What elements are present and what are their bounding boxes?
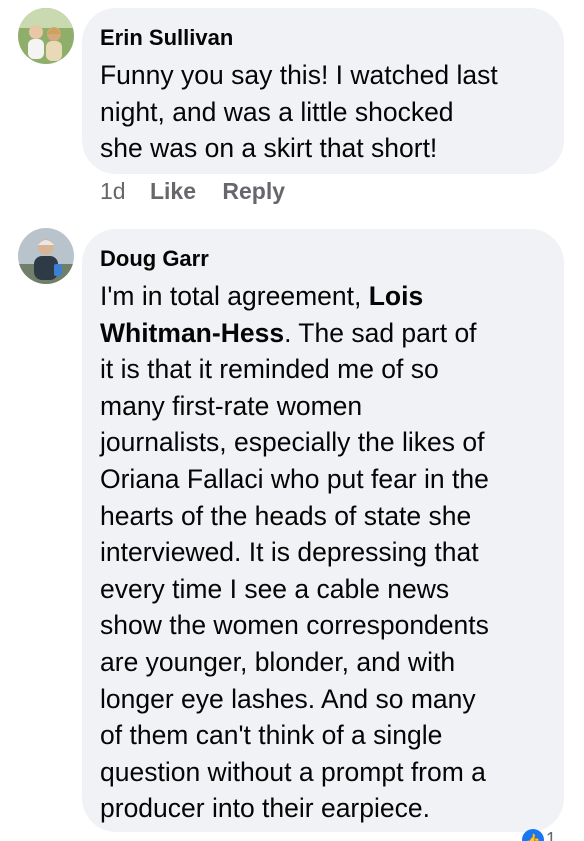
profile-photo-icon <box>18 228 74 284</box>
reply-button[interactable]: Reply <box>222 178 285 204</box>
comment-text-line: Oriana Fallaci who put fear in the <box>100 463 489 494</box>
comment-text-line: question without a prompt from a <box>100 756 486 787</box>
comment-text-line: producer into their earpiece. <box>100 793 430 824</box>
avatar-erin-sullivan[interactable] <box>18 8 74 64</box>
comment-timestamp[interactable]: 1d <box>100 178 126 204</box>
comment-text-line: Funny you say this! I watched last <box>100 60 498 90</box>
comment-bubble: Doug Garr I'm in total agreement, Lois W… <box>82 229 564 832</box>
comment-actions: 1d Like Reply <box>100 178 285 205</box>
comment-text-line: Whitman-Hess. The sad part of <box>100 315 546 352</box>
like-button[interactable]: Like <box>150 178 196 204</box>
comment-author[interactable]: Erin Sullivan <box>100 25 546 51</box>
reaction-summary[interactable]: 👍 1 <box>522 829 556 841</box>
comment-text-line: many first-rate women <box>100 390 363 421</box>
comment-text: . The sad part of <box>284 317 477 348</box>
profile-photo-icon <box>18 8 74 64</box>
comment-text-line: of them can't think of a single <box>100 720 443 751</box>
comment-author[interactable]: Doug Garr <box>100 246 546 272</box>
comment-thread: Erin Sullivan Funny you say this! I watc… <box>0 0 584 841</box>
comment-text-line: are younger, blonder, and with <box>100 646 456 677</box>
comment-text-line: she was on a skirt that short! <box>100 133 438 164</box>
comment-text-line: it is that it reminded me of so <box>100 354 439 385</box>
comment-text-line: I'm in total agreement, Lois <box>100 278 546 315</box>
comment-text-line: hearts of the heads of state she <box>100 500 472 531</box>
comment-text-line: longer eye lashes. And so many <box>100 683 476 714</box>
avatar-doug-garr[interactable] <box>18 228 74 284</box>
comment-text-line: night, and was a little shocked <box>100 96 454 127</box>
comment-text-line: journalists, especially the likes of <box>100 427 485 458</box>
reaction-count: 1 <box>546 829 557 841</box>
comment-text-line: interviewed. It is depressing that <box>100 537 479 568</box>
mention-link[interactable]: Whitman-Hess <box>100 318 284 348</box>
comment-text-line: show the women correspondents <box>100 610 489 641</box>
comment-text-line: every time I see a cable news <box>100 573 450 604</box>
comment-text: I'm in total agreement, <box>100 281 369 311</box>
comment-bubble: Erin Sullivan Funny you say this! I watc… <box>82 8 564 174</box>
like-icon: 👍 <box>522 829 544 841</box>
mention-link[interactable]: Lois <box>369 281 423 311</box>
